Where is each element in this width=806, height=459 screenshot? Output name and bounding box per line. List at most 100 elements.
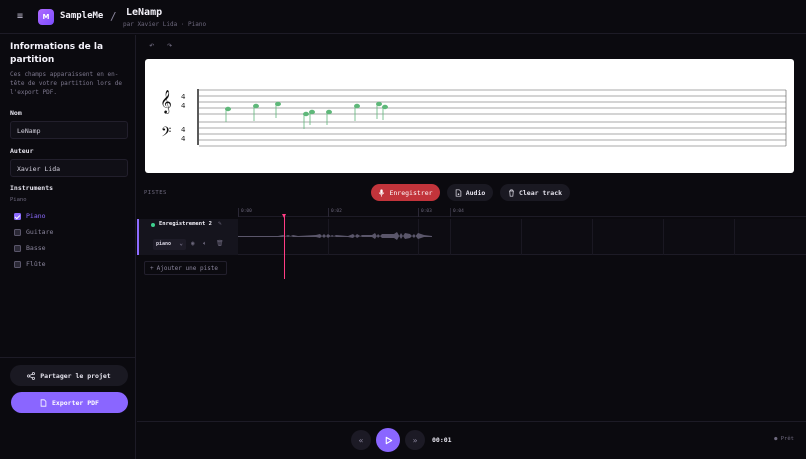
note <box>326 109 332 125</box>
instrument-piano[interactable]: Piano <box>14 212 46 220</box>
checkbox[interactable] <box>14 228 21 236</box>
checkbox[interactable] <box>14 260 21 268</box>
speaker-icon[interactable]: 🔈︎ <box>203 240 207 248</box>
bass-time-sig-bottom: 4 <box>181 135 186 143</box>
share-label: Partager le projet <box>40 371 111 380</box>
grid-line <box>521 219 522 255</box>
hamburger-icon[interactable]: ≡ <box>14 11 26 23</box>
pencil-icon[interactable]: ✎ <box>218 220 222 227</box>
instrument-flute[interactable]: Flûte <box>14 260 46 268</box>
status-indicator: ● Prêt <box>774 436 794 442</box>
playhead[interactable] <box>282 214 286 279</box>
ruler-tick <box>328 208 329 217</box>
ruler-label: 0:00 <box>241 209 252 214</box>
divider <box>0 357 136 358</box>
export-pdf-button[interactable]: Exporter PDF <box>11 392 128 413</box>
grid-line <box>734 219 735 255</box>
note <box>303 111 309 129</box>
track-instrument-select[interactable]: piano ⌄ <box>153 239 186 250</box>
instrument-basse[interactable]: Basse <box>14 244 46 252</box>
time-sig-top: 4 <box>181 93 186 101</box>
score-info-sidebar: Informations de la partition Ces champs … <box>0 35 136 459</box>
treble-clef-icon: 𝄞 <box>160 89 172 114</box>
note <box>225 106 231 122</box>
add-track-button[interactable]: + Ajouter une piste <box>144 261 227 275</box>
trash-icon <box>509 188 514 197</box>
tracks-section-label: PISTES <box>144 190 167 196</box>
author-field[interactable]: Xavier Lida <box>10 159 128 177</box>
instruments-selected: Piano <box>10 197 27 203</box>
song-title: LeNamp <box>126 7 163 18</box>
eye-icon[interactable]: ◉ <box>191 240 195 247</box>
audio-label: Audio <box>465 188 486 197</box>
ruler-label: 0:03 <box>421 209 432 214</box>
play-button[interactable] <box>376 428 400 452</box>
rewind-button[interactable]: « <box>351 430 371 450</box>
name-label: Nom <box>10 109 22 117</box>
top-bar: ≡ M SampleMe / LeNamp par Xavier Lida · … <box>0 0 806 34</box>
bass-time-sig-top: 4 <box>181 126 186 134</box>
rewind-icon: « <box>358 435 364 445</box>
note <box>309 109 315 125</box>
microphone-icon <box>379 188 385 197</box>
ruler-label: 0:04 <box>453 209 464 214</box>
record-label: Enregistrer <box>389 188 433 197</box>
app-name: SampleMe <box>60 11 104 21</box>
add-track-label: Ajouter une piste <box>156 264 219 272</box>
audio-file-icon <box>455 188 461 197</box>
playback-time: 00:01 <box>432 436 452 444</box>
clear-track-label: Clear track <box>518 188 563 197</box>
checkbox-checked[interactable] <box>14 212 21 220</box>
bass-clef-icon: 𝄢 <box>161 124 171 143</box>
time-sig-bottom: 4 <box>181 102 186 110</box>
instruments-label: Instruments <box>10 184 54 192</box>
score-staff: 𝄞 𝄢 4 4 4 4 <box>160 89 787 147</box>
undo-icon[interactable]: ↶ <box>149 41 159 51</box>
sidebar-title: Informations de la partition <box>10 42 104 65</box>
audio-waveform <box>238 232 432 240</box>
note <box>354 103 360 121</box>
clear-track-button[interactable]: Clear track <box>500 184 570 201</box>
fast-forward-button[interactable]: » <box>405 430 425 450</box>
export-label: Exporter PDF <box>52 398 99 407</box>
score-sheet[interactable]: 𝄞 𝄢 4 4 4 4 <box>145 59 794 173</box>
name-field[interactable]: LeNamp <box>10 121 128 139</box>
track-status-dot <box>151 223 155 227</box>
ruler-tick <box>418 208 419 217</box>
share-project-button[interactable]: Partager le projet <box>10 365 128 386</box>
sidebar-description: Ces champs apparaissent en en-tête de vo… <box>10 71 122 96</box>
track-header[interactable]: Enregistrement 2 ✎ piano ⌄ ◉ 🔈︎ 🗑︎ <box>137 219 238 255</box>
ruler-tick <box>450 208 451 217</box>
redo-icon[interactable]: ↷ <box>167 41 177 51</box>
track-instrument-value: piano <box>156 241 172 247</box>
song-subtitle: par Xavier Lida · Piano <box>123 21 207 28</box>
playhead-handle[interactable] <box>282 214 286 218</box>
note <box>382 104 388 120</box>
note <box>275 101 281 118</box>
note <box>253 103 259 121</box>
chevron-down-icon: ⌄ <box>179 240 183 247</box>
share-icon <box>27 371 36 380</box>
track-lane[interactable] <box>238 219 806 255</box>
time-ruler[interactable]: 0:00 0:02 0:03 0:04 <box>238 208 806 217</box>
checkbox[interactable] <box>14 244 21 252</box>
ruler-tick <box>238 208 239 217</box>
instrument-label: Flûte <box>26 260 46 268</box>
instrument-label: Basse <box>26 244 46 252</box>
record-button[interactable]: Enregistrer <box>371 184 440 201</box>
instrument-guitare[interactable]: Guitare <box>14 228 53 236</box>
note <box>376 101 382 119</box>
audio-button[interactable]: Audio <box>447 184 493 201</box>
play-icon <box>385 436 392 444</box>
author-label: Auteur <box>10 147 34 155</box>
trash-icon[interactable]: 🗑︎ <box>216 240 224 247</box>
file-icon <box>40 398 47 407</box>
instrument-label: Piano <box>26 212 46 220</box>
plus-icon: + <box>150 264 154 272</box>
main-area: ↶ ↷ 𝄞 𝄢 4 4 4 4 PISTES Enregistrer Audio… <box>137 35 806 420</box>
track-name: Enregistrement 2 <box>159 221 212 227</box>
fast-forward-icon: » <box>412 435 418 445</box>
ruler-label: 0:02 <box>331 209 342 214</box>
grid-line <box>592 219 593 255</box>
timeline[interactable]: 0:00 0:02 0:03 0:04 Enregistrement 2 ✎ p… <box>137 208 806 420</box>
